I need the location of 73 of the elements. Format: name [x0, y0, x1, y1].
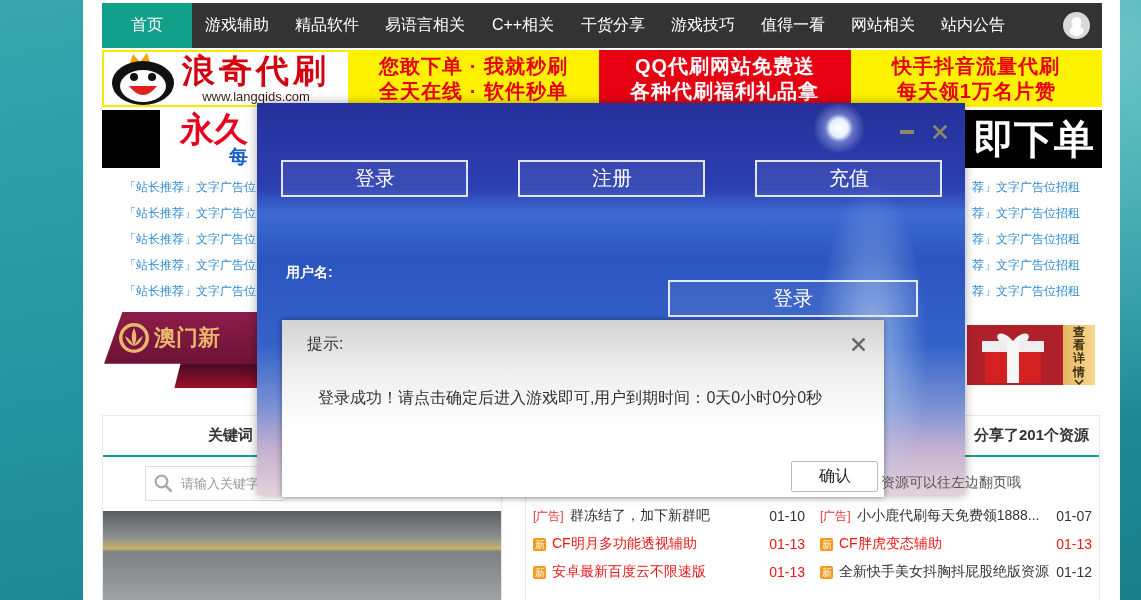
article-link[interactable]: CF明月多功能透视辅助 [552, 535, 697, 553]
ad-tag: [广告] [820, 507, 851, 525]
text-ad-link[interactable]: 「站长推荐」文字广告位 [124, 278, 256, 304]
article-date: 01-13 [1056, 536, 1092, 552]
new-badge: 新 [820, 537, 833, 551]
field-label: 用户名: [286, 263, 333, 281]
ad-slogan: 全天在线 · 软件秒单 [379, 78, 569, 104]
close-icon[interactable] [933, 125, 947, 139]
search-icon [154, 474, 172, 492]
logo-banner[interactable]: 浪奇代刷 www.langqids.com [102, 50, 348, 107]
menu-button[interactable]: 注册 [518, 160, 705, 197]
article-date: 01-10 [769, 508, 805, 524]
ad-slogan: 每天领1万名片赞 [896, 78, 1056, 104]
text-ad-link[interactable]: 「站长推荐」文字广告位 [124, 226, 256, 252]
confirm-button[interactable]: 确认 [791, 461, 878, 492]
nav-item[interactable]: 精品软件 [282, 3, 372, 48]
ad-image-placeholder [102, 110, 160, 168]
nav-item[interactable]: 干货分享 [568, 3, 658, 48]
nav-item[interactable]: C++相关 [478, 3, 568, 48]
chevron-down-icon [1074, 378, 1084, 385]
logo-title: 浪奇代刷 [182, 53, 330, 89]
dialog-message: 登录成功！请点击确定后进入游戏即可,用户到期时间：0天0小时0分0秒 [318, 388, 823, 408]
ad-tag: [广告] [533, 507, 564, 525]
article-link[interactable]: 安卓最新百度云不限速版 [552, 563, 706, 581]
article-date: 01-13 [769, 564, 805, 580]
ad-banner[interactable]: 快手抖音流量代刷 每天领1万名片赞 [850, 50, 1102, 107]
hint-text: 资源可以往左边翻页哦 [881, 474, 1021, 491]
article-link[interactable]: 群冻结了，加下新群吧 [569, 507, 710, 525]
ad-slogan: 快手抖音流量代刷 [892, 53, 1061, 79]
text-ad-link[interactable]: 荐」文字广告位招租 [972, 278, 1080, 304]
article-link[interactable]: 小小鹿代刷每天免费领1888... [856, 507, 1040, 525]
article-date: 01-13 [769, 536, 805, 552]
article-date: 01-12 [1056, 564, 1092, 580]
text-ad-link[interactable]: 荐」文字广告位招租 [972, 174, 1080, 200]
nav-item[interactable]: 游戏辅助 [192, 3, 282, 48]
text-ad-link[interactable]: 荐」文字广告位招租 [972, 200, 1080, 226]
logo-url: www.langqids.com [202, 89, 310, 104]
ad-subtitle: 每 [229, 147, 248, 167]
ad-label: 查看详情 [1073, 326, 1085, 379]
text-ad-link[interactable]: 荐」文字广告位招租 [972, 226, 1080, 252]
login-button[interactable]: 登录 [668, 280, 918, 317]
ad-slogan: 您敢下单 · 我就秒刷 [379, 53, 569, 79]
nav-item[interactable]: 网站相关 [838, 3, 928, 48]
ad-banner[interactable]: 澳门新 [104, 312, 257, 388]
user-avatar-icon[interactable] [1063, 12, 1090, 39]
nav-item[interactable]: 游戏技巧 [658, 3, 748, 48]
menu-button[interactable]: 充值 [755, 160, 942, 197]
new-badge: 新 [533, 565, 546, 579]
nav-item[interactable]: 值得一看 [748, 3, 838, 48]
text-ad-link[interactable]: 「站长推荐」文字广告位 [124, 200, 256, 226]
article-link[interactable]: CF胖虎变态辅助 [839, 535, 942, 553]
article-date: 01-07 [1056, 508, 1092, 524]
ad-title: 永久 [180, 111, 248, 147]
text-ad-link[interactable]: 荐」文字广告位招租 [972, 252, 1080, 278]
article-link[interactable]: 全新快手美女抖胸抖屁股绝版资源 [839, 563, 1049, 581]
menu-button[interactable]: 登录 [281, 160, 468, 197]
gift-icon [967, 325, 1063, 385]
panel-title: 分享了201个资源 [973, 426, 1089, 445]
ad-ribbon[interactable]: 查看详情 [1063, 325, 1095, 385]
ad-slogan: 各种代刷福利礼品拿 [630, 78, 820, 104]
ad-slogan: QQ代刷网站免费送 [634, 53, 816, 79]
nav-item[interactable]: 易语言相关 [372, 3, 478, 48]
new-badge: 新 [533, 537, 546, 551]
nav-item[interactable]: 站内公告 [928, 3, 1018, 48]
logo-icon [118, 322, 150, 354]
panel-title: 关键词 [208, 426, 253, 445]
ad-banner[interactable]: 即下单 [965, 110, 1102, 168]
new-badge: 新 [820, 565, 833, 579]
close-icon[interactable] [852, 338, 865, 351]
text-ad-link[interactable]: 「站长推荐」文字广告位 [124, 174, 256, 200]
text-ad-link[interactable]: 「站长推荐」文字广告位 [124, 252, 256, 278]
dialog-title: 提示: [307, 334, 344, 354]
ad-title: 澳门新 [154, 324, 220, 352]
